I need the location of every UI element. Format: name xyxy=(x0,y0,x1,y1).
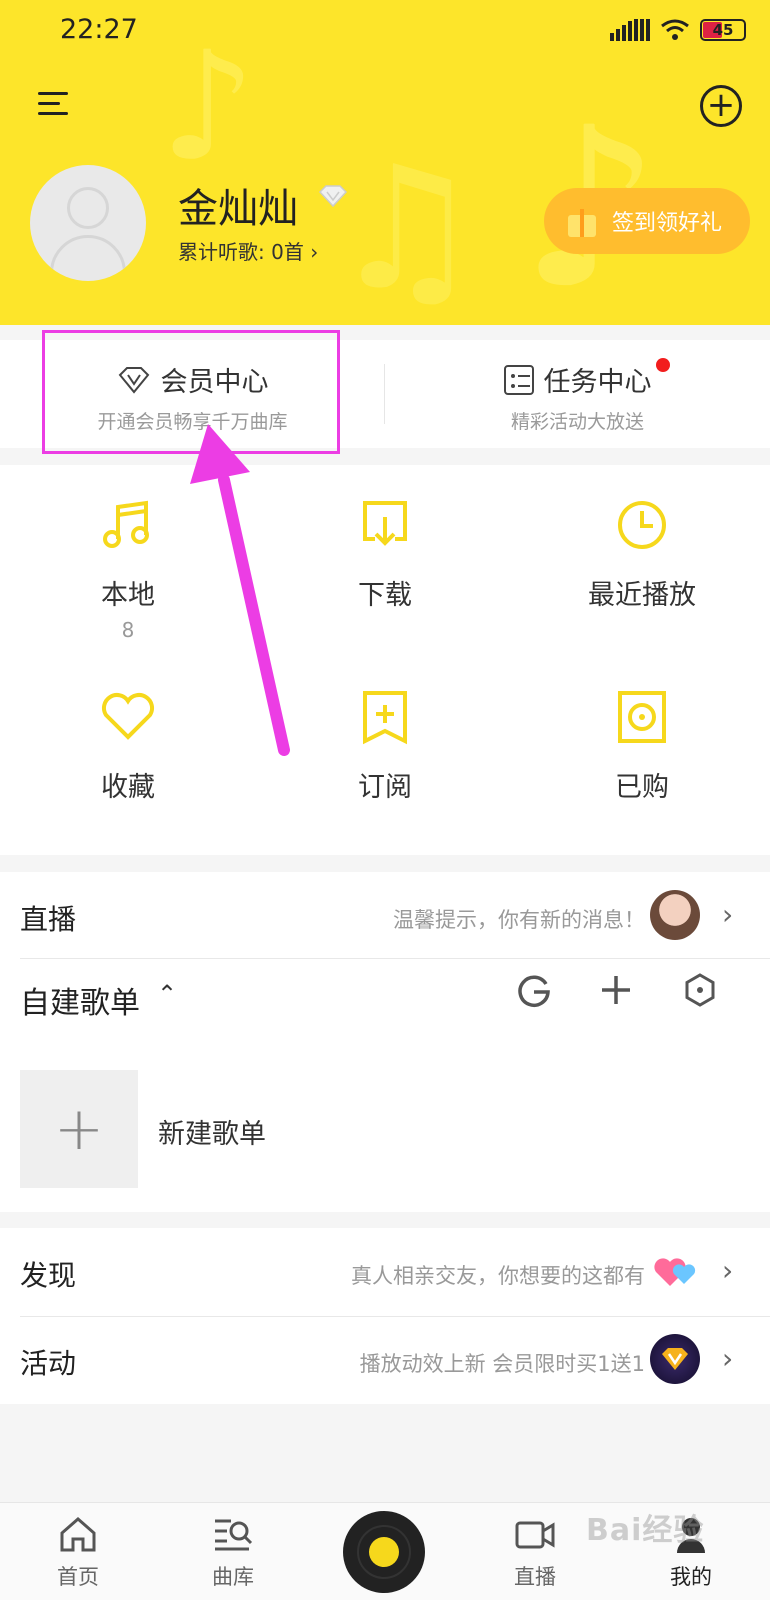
live-row[interactable]: 直播 温馨提示，你有新的消息！ › xyxy=(0,872,770,958)
activity-hint: 播放动效上新 会员限时买1送1 xyxy=(359,1352,645,1376)
nav-live-label: 直播 xyxy=(514,1565,556,1589)
avatar[interactable] xyxy=(30,165,146,281)
quick-access-grid: 本地 8 下载 最近播放 收藏 订阅 已购 xyxy=(0,465,770,855)
new-playlist-label[interactable]: 新建歌单 xyxy=(158,1112,266,1151)
vip-badge-icon xyxy=(650,1334,700,1384)
status-bar: 22:27 45 xyxy=(0,0,770,66)
live-label: 直播 xyxy=(20,903,77,936)
playlist-title[interactable]: 自建歌单 xyxy=(20,978,140,1022)
nav-live[interactable]: 直播 xyxy=(480,1515,590,1591)
profile-header: ♪ ♫ ♪ 22:27 45 + 金灿灿 累计听歌: 0首 xyxy=(0,0,770,325)
discover-activity-card: 发现 真人相亲交友，你想要的这都有 › 活动 播放动效上新 会员限时买1送1 › xyxy=(0,1228,770,1404)
hearts-icon xyxy=(654,1258,696,1286)
playlist-header: 自建歌单 ⌃ xyxy=(0,972,770,1042)
purchased-disc-icon xyxy=(618,691,666,743)
home-icon xyxy=(60,1517,96,1552)
task-center-entry[interactable]: 任务中心 精彩活动大放送 xyxy=(385,340,770,448)
chevron-right-icon: › xyxy=(722,1254,734,1287)
nav-home-label: 首页 xyxy=(57,1565,99,1589)
gift-icon xyxy=(566,205,598,237)
settings-hexagon-icon[interactable] xyxy=(682,972,718,1008)
player-disc-button[interactable] xyxy=(343,1511,425,1593)
task-center-title: 任务中心 xyxy=(543,367,652,398)
watermark: Bai经验 xyxy=(586,1513,705,1548)
plus-icon[interactable] xyxy=(598,972,634,1008)
grid-item-purchased[interactable]: 已购 xyxy=(514,687,770,877)
grid-label: 最近播放 xyxy=(588,580,696,611)
task-center-subtitle: 精彩活动大放送 xyxy=(510,411,644,433)
listen-count-link[interactable]: 累计听歌: 0首 › xyxy=(178,236,318,265)
diamond-badge-icon xyxy=(318,184,350,208)
discover-hint: 真人相亲交友，你想要的这都有 xyxy=(351,1264,645,1288)
sign-in-label: 签到领好礼 xyxy=(612,211,723,236)
download-icon xyxy=(363,501,407,546)
add-icon[interactable]: + xyxy=(700,85,742,127)
chevron-right-icon: › xyxy=(310,240,319,264)
status-icons: 45 xyxy=(610,18,746,42)
video-camera-icon xyxy=(515,1521,555,1549)
battery-level: 45 xyxy=(712,21,734,39)
live-avatar xyxy=(650,890,700,940)
refresh-g-icon[interactable] xyxy=(516,972,552,1008)
menu-icon[interactable] xyxy=(38,88,72,120)
signal-icon xyxy=(610,19,650,41)
discover-row[interactable]: 发现 真人相亲交友，你想要的这都有 › xyxy=(0,1228,770,1314)
grid-label: 已购 xyxy=(615,772,669,803)
live-hint: 温馨提示，你有新的消息！ xyxy=(393,908,645,932)
listen-count: 累计听歌: 0首 xyxy=(178,240,304,264)
nav-library[interactable]: 曲库 xyxy=(178,1515,288,1591)
live-and-playlist-card: 直播 温馨提示，你有新的消息！ › 自建歌单 ⌃ + 新建歌单 xyxy=(0,872,770,1212)
chevron-right-icon: › xyxy=(722,1342,734,1375)
library-search-icon xyxy=(215,1519,253,1551)
music-note-decoration: ♫ xyxy=(330,130,483,325)
discover-label: 发现 xyxy=(20,1259,77,1292)
heart-icon xyxy=(102,693,154,740)
wifi-icon xyxy=(661,19,689,40)
activity-row[interactable]: 活动 播放动效上新 会员限时买1送1 › xyxy=(0,1316,770,1402)
bookmark-plus-icon xyxy=(363,691,407,745)
username[interactable]: 金灿灿 xyxy=(178,176,298,234)
grid-item-recent[interactable]: 最近播放 xyxy=(514,495,770,685)
clock-icon xyxy=(618,501,666,549)
chevron-up-icon[interactable]: ⌃ xyxy=(157,980,177,1008)
divider xyxy=(20,958,770,959)
sign-in-gift-button[interactable]: 签到领好礼 xyxy=(544,188,750,254)
task-list-icon xyxy=(503,364,534,395)
music-note-icon xyxy=(103,500,149,548)
new-playlist-button[interactable]: + xyxy=(20,1070,138,1188)
notification-dot xyxy=(656,358,670,372)
chevron-right-icon: › xyxy=(722,898,734,931)
nav-mine-label: 我的 xyxy=(670,1565,712,1589)
grid-label: 收藏 xyxy=(101,772,155,803)
nav-home[interactable]: 首页 xyxy=(23,1515,133,1591)
annotation-arrow xyxy=(190,424,290,756)
nav-library-label: 曲库 xyxy=(212,1565,254,1589)
grid-label: 订阅 xyxy=(358,772,412,803)
activity-label: 活动 xyxy=(20,1347,77,1380)
status-time: 22:27 xyxy=(60,14,138,45)
battery-icon: 45 xyxy=(700,19,746,41)
